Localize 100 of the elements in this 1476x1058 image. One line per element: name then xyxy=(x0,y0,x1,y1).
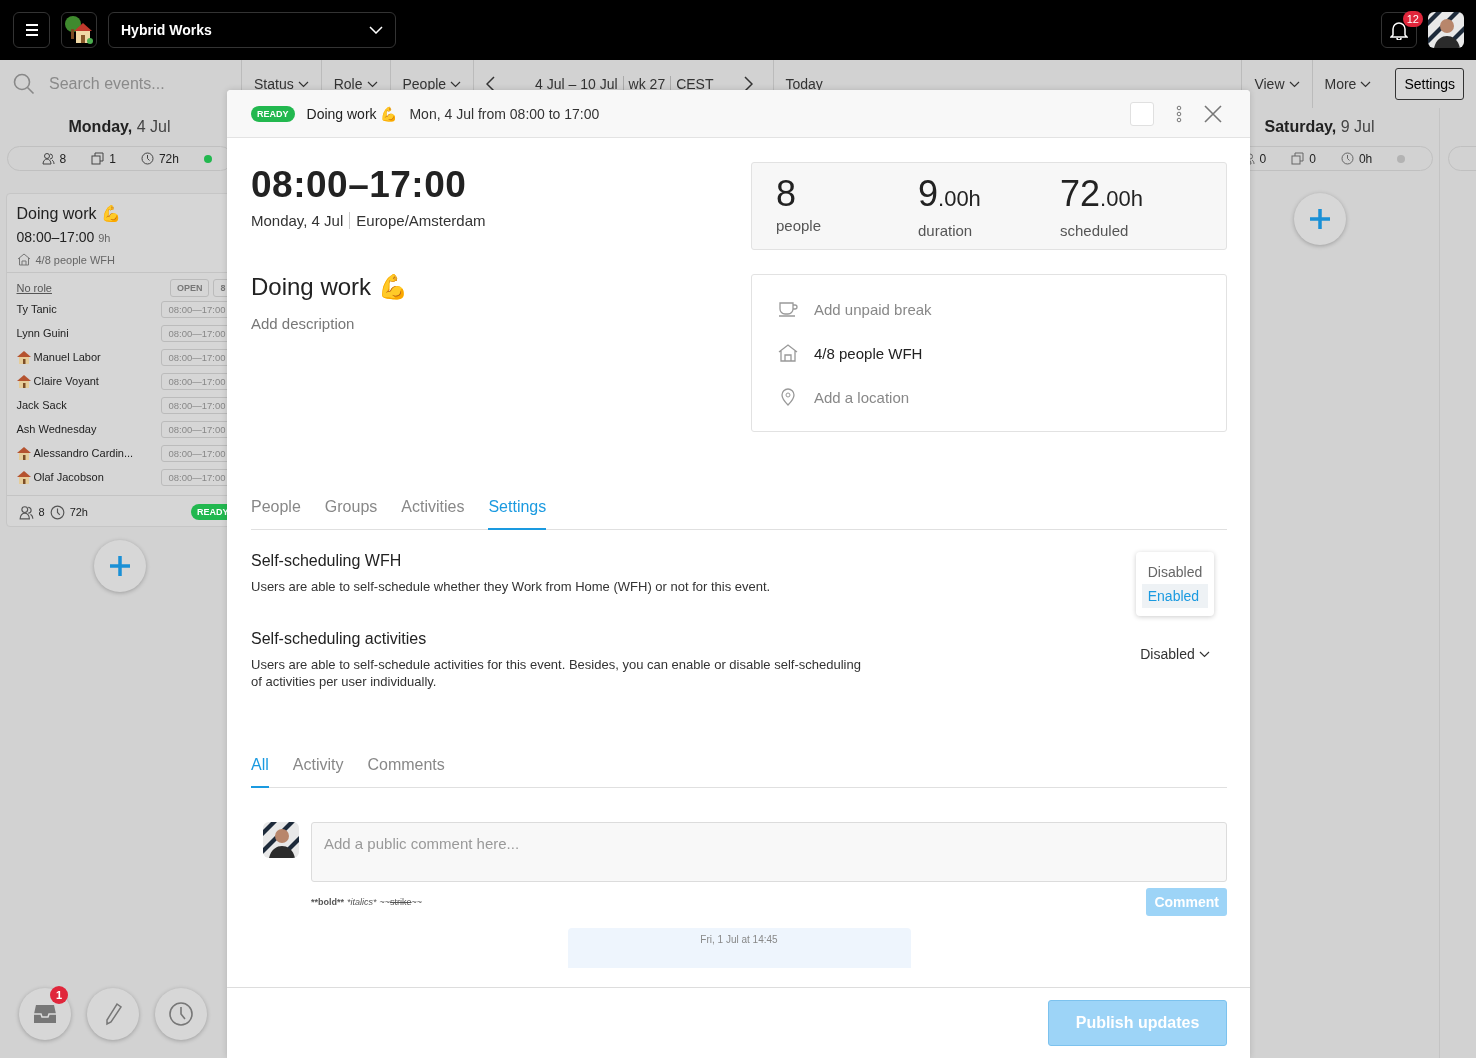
hours-total: 0h xyxy=(1358,151,1373,166)
stat-label: scheduled xyxy=(1060,222,1130,239)
setting-description: Users are able to self-schedule whether they Work from Home (WFH) or not for this event. xyxy=(251,578,772,595)
inbox-button[interactable] xyxy=(19,988,71,1040)
bell-icon xyxy=(1390,20,1408,40)
formatting-hint: **bold** *italics* ~~strike~~ xyxy=(311,897,423,907)
inbox-badge: 1 xyxy=(50,986,68,1004)
stat-value: 9.00h xyxy=(918,173,982,216)
tab[interactable]: People xyxy=(251,486,301,530)
history-button[interactable] xyxy=(155,988,207,1040)
user-avatar[interactable] xyxy=(1428,12,1464,48)
event-count: 0 xyxy=(1309,151,1316,166)
open-badge: OPEN xyxy=(169,279,210,297)
edit-button[interactable] xyxy=(87,988,139,1040)
home-icon xyxy=(16,253,31,266)
event-time: 08:00–17:00 xyxy=(251,163,468,207)
person-name: Ty Tanic xyxy=(16,303,57,315)
menu-option[interactable]: Enabled xyxy=(1141,584,1209,608)
timezone-label: Europe/Amsterdam xyxy=(349,212,486,229)
clock-icon xyxy=(49,504,65,520)
plus-icon xyxy=(108,555,131,577)
chevron-down-icon xyxy=(1360,80,1372,88)
person-name: Lynn Guini xyxy=(16,327,69,339)
chevron-down-icon xyxy=(450,80,462,88)
chevron-down-icon xyxy=(1288,80,1300,88)
cup-icon xyxy=(778,300,798,318)
setting-description: Users are able to self-schedule activities for this event. Besides, you can enable or disable self-scheduling of activities per user individually. xyxy=(251,656,862,690)
description-field[interactable]: Add description xyxy=(251,315,741,332)
clock-icon xyxy=(1340,152,1354,165)
hours-total: 72h xyxy=(69,506,88,518)
settings-button[interactable]: Settings xyxy=(1395,68,1464,100)
detail-item[interactable]: Add a location xyxy=(814,388,910,406)
people-count: 8 xyxy=(59,151,67,166)
setting-title: Self-scheduling WFH xyxy=(251,552,403,570)
tab[interactable]: Settings xyxy=(488,486,547,530)
tab[interactable]: Groups xyxy=(324,486,378,530)
people-count: 8 xyxy=(38,506,45,518)
chevron-down-icon xyxy=(369,26,383,34)
stat-label: duration xyxy=(918,222,974,239)
more-icon[interactable] xyxy=(1176,104,1182,123)
pencil-icon xyxy=(103,1002,123,1026)
tab[interactable]: Activities xyxy=(401,486,465,530)
day-title: Monday, 4 Jul xyxy=(68,118,171,136)
setting-dropdown[interactable]: Disabled xyxy=(1134,644,1216,664)
tab[interactable]: Comments xyxy=(367,744,445,788)
tab[interactable]: All xyxy=(251,744,269,788)
stat-label: people xyxy=(776,217,823,234)
people-icon xyxy=(41,152,55,165)
detail-item[interactable]: Add unpaid break xyxy=(814,300,932,318)
detail-item[interactable]: 4/8 people WFH xyxy=(814,344,923,362)
status-badge: READY xyxy=(251,105,295,122)
notification-badge: 12 xyxy=(1402,11,1423,27)
event-time: 08:00–17:00 9h xyxy=(16,229,112,245)
event-date: Monday, 4 Jul xyxy=(251,212,344,229)
tab[interactable]: Activity xyxy=(292,744,344,788)
close-icon[interactable] xyxy=(1204,104,1222,123)
previous-icon[interactable] xyxy=(486,76,497,92)
checkbox[interactable] xyxy=(1130,101,1154,126)
chevron-down-icon xyxy=(1198,650,1210,658)
plus-icon xyxy=(1308,208,1331,230)
day-title: Saturday, 9 Jul xyxy=(1264,118,1375,136)
event-schedule: Mon, 4 Jul from 08:00 to 17:00 xyxy=(409,105,600,122)
menu-option[interactable]: Disabled xyxy=(1141,560,1209,584)
dialog-title: Doing work 💪 xyxy=(306,105,398,122)
user-avatar xyxy=(263,822,299,858)
people-count: 0 xyxy=(1259,151,1267,166)
copy-icon xyxy=(91,152,105,165)
add-event-button[interactable] xyxy=(1293,193,1346,245)
stat-value: 8 xyxy=(776,173,798,215)
menu-icon xyxy=(24,24,39,36)
clock-icon xyxy=(140,152,154,165)
hours-total: 72h xyxy=(158,151,179,166)
people-icon xyxy=(18,504,34,520)
house-icon[interactable] xyxy=(61,12,97,48)
setting-title: Self-scheduling activities xyxy=(251,630,428,648)
menu-button[interactable] xyxy=(13,12,50,48)
add-event-button[interactable] xyxy=(93,540,146,592)
event-count: 1 xyxy=(109,151,116,166)
person-name: Olaf Jacobson xyxy=(33,471,104,483)
role-link[interactable]: No role xyxy=(16,282,52,294)
location-pin-icon xyxy=(778,388,798,406)
wfh-count: 4/8 people WFH xyxy=(35,253,115,266)
menu-dropdown[interactable]: More xyxy=(1311,60,1384,108)
person-name: Manuel Labor xyxy=(33,351,101,363)
event-name[interactable]: Doing work 💪 xyxy=(251,273,741,301)
search-field[interactable]: Search events... xyxy=(47,74,231,94)
search-icon xyxy=(13,73,35,95)
notifications-button[interactable] xyxy=(1381,12,1417,48)
copy-icon xyxy=(1291,152,1305,165)
person-name: Ash Wednesday xyxy=(16,423,97,435)
inbox-icon xyxy=(33,1004,57,1024)
home-icon xyxy=(778,344,798,362)
chevron-down-icon xyxy=(297,80,309,88)
activity-time: Fri, 1 Jul at 14:45 xyxy=(700,934,778,947)
next-icon[interactable] xyxy=(742,76,753,92)
comment-field[interactable]: Add a public comment here... xyxy=(311,822,1227,882)
date-range: 4 Jul – 10 Jul xyxy=(534,76,619,92)
workspace-select[interactable]: Hybrid Works xyxy=(108,12,396,48)
stat-value: 72.00h xyxy=(1060,173,1144,216)
person-name: Claire Voyant xyxy=(33,375,99,387)
